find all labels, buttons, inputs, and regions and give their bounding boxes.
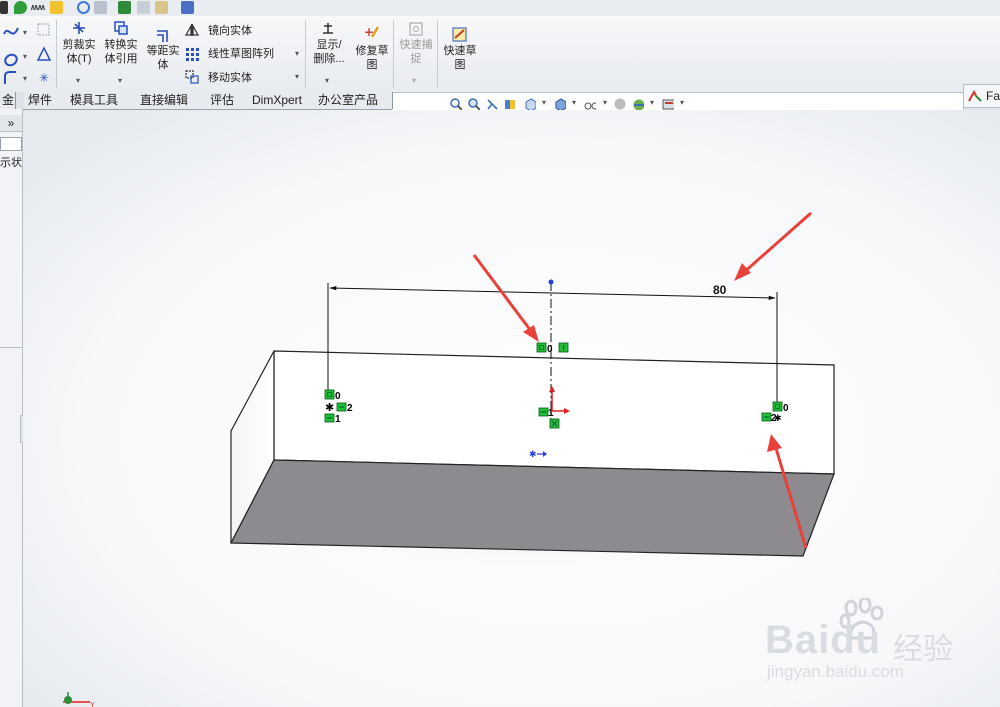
binoculars-icon[interactable] bbox=[94, 1, 107, 14]
repair-sketch-icon: + bbox=[364, 25, 380, 39]
display-delete-relations-button[interactable]: 显示/ 删除... bbox=[309, 38, 349, 66]
hide-show-items-icon[interactable] bbox=[584, 98, 596, 110]
convert-entities-button[interactable]: 转换实 体引用 bbox=[101, 38, 141, 66]
task-pane-title: Fa bbox=[986, 89, 1000, 103]
plugin-icon[interactable] bbox=[50, 1, 63, 14]
excel-icon[interactable] bbox=[118, 1, 131, 14]
svg-text:✱: ✱ bbox=[774, 414, 782, 424]
block-bottom-face[interactable] bbox=[230, 459, 835, 557]
chevron-down-icon[interactable]: ▾ bbox=[23, 74, 27, 83]
print-icon[interactable] bbox=[137, 1, 150, 14]
chevron-down-icon[interactable]: ▾ bbox=[650, 98, 654, 107]
zoom-to-area-icon[interactable] bbox=[468, 98, 480, 110]
tab-weldments[interactable]: 焊件 bbox=[24, 92, 67, 109]
tab-sheet-metal[interactable]: 金 bbox=[0, 92, 16, 109]
command-manager-tabs: 金 焊件 模具工具 直接编辑 评估 DimXpert 办公室产品 bbox=[0, 92, 393, 110]
sketch-tools-2-icon[interactable]: ✳ bbox=[35, 22, 53, 88]
apply-scene-icon[interactable] bbox=[632, 98, 644, 110]
svg-text:0: 0 bbox=[783, 403, 789, 414]
chevron-down-icon[interactable]: ▾ bbox=[295, 49, 299, 58]
display-style-icon[interactable] bbox=[554, 98, 566, 110]
solidworks-logo-icon bbox=[968, 90, 982, 102]
tab-direct-editing[interactable]: 直接编辑 bbox=[136, 92, 207, 109]
find-icon[interactable] bbox=[77, 1, 90, 14]
section-view-icon[interactable] bbox=[504, 98, 516, 110]
svg-text:✱: ✱ bbox=[529, 450, 537, 460]
location-icon[interactable] bbox=[14, 1, 27, 14]
chevron-down-icon[interactable]: ▾ bbox=[572, 98, 576, 107]
watermark-url: jingyan.baidu.com bbox=[767, 662, 905, 681]
chevron-down-icon[interactable]: ▾ bbox=[118, 76, 122, 85]
tab-dimxpert[interactable]: DimXpert bbox=[248, 92, 315, 109]
baidu-jingyan-watermark: Baidu 经验 jingyan.baidu.com bbox=[765, 598, 995, 688]
svg-text:✱: ✱ bbox=[325, 401, 334, 414]
offset-entities-button[interactable]: 等距实 体 bbox=[143, 44, 183, 72]
divider bbox=[437, 20, 438, 88]
chevron-down-icon[interactable]: ▾ bbox=[412, 76, 416, 85]
move-entities-button[interactable]: 移动实体 bbox=[208, 71, 252, 85]
feature-manager-panel: » 示状 ⋮ bbox=[0, 109, 29, 707]
svg-text:0: 0 bbox=[335, 391, 341, 402]
spring-icon[interactable]: ʍʍ bbox=[31, 1, 47, 14]
chevron-down-icon[interactable]: ▾ bbox=[603, 98, 607, 107]
tab-evaluate[interactable]: 评估 bbox=[206, 92, 249, 109]
previous-view-icon[interactable] bbox=[486, 98, 498, 110]
tab-office-products[interactable]: 办公室产品 bbox=[314, 92, 393, 109]
chevron-down-icon[interactable]: ▾ bbox=[542, 98, 546, 107]
sketch-ribbon: ▾ ▾ ▾ ✳ 剪裁实 体(T) ▾ 转换实 体引用 ▾ 等距实 体 镜向实体 … bbox=[0, 16, 1000, 93]
offset-icon bbox=[157, 30, 168, 42]
chevron-down-icon[interactable]: ▾ bbox=[23, 28, 27, 37]
divider bbox=[393, 20, 394, 88]
quick-access-toolbar: ʍʍ bbox=[0, 0, 1000, 17]
svg-text:2: 2 bbox=[347, 403, 353, 414]
quick-snaps-button[interactable]: 快速捕 捉 bbox=[396, 38, 436, 66]
dimension-value[interactable]: 80 bbox=[713, 283, 727, 297]
expand-panel-button[interactable]: » bbox=[0, 115, 22, 132]
sketch-tools-icon[interactable] bbox=[2, 22, 24, 86]
view-orientation-icon[interactable] bbox=[524, 98, 536, 110]
watermark-brand: Baidu bbox=[765, 618, 882, 662]
rapid-sketch-icon bbox=[452, 27, 467, 42]
svg-text:0: 0 bbox=[547, 344, 553, 355]
svg-text:1: 1 bbox=[548, 408, 554, 419]
rapid-sketch-button[interactable]: 快速草 图 bbox=[440, 44, 480, 72]
chevron-down-icon[interactable]: ▾ bbox=[23, 52, 27, 61]
display-state-label: 示状 bbox=[0, 157, 22, 169]
app-menu-icon[interactable] bbox=[0, 1, 8, 14]
block-front-face[interactable] bbox=[273, 350, 835, 475]
edit-appearance-icon[interactable] bbox=[614, 98, 626, 110]
move-icon bbox=[185, 70, 199, 84]
mirror-entities-button[interactable]: 镜向实体 bbox=[208, 24, 252, 38]
divider bbox=[305, 20, 306, 88]
repair-sketch-button[interactable]: 修复草 图 bbox=[352, 44, 392, 72]
filter-field[interactable] bbox=[0, 137, 22, 151]
chevron-down-icon[interactable]: ▾ bbox=[680, 98, 684, 107]
document-icon[interactable] bbox=[181, 1, 194, 14]
zoom-to-fit-icon[interactable] bbox=[450, 98, 462, 110]
quick-snap-icon bbox=[409, 22, 423, 36]
linear-pattern-icon bbox=[186, 48, 199, 61]
trim-entities-button[interactable]: 剪裁实 体(T) bbox=[58, 38, 100, 66]
display-relations-icon bbox=[323, 23, 333, 34]
view-settings-icon[interactable] bbox=[662, 98, 674, 110]
divider bbox=[56, 20, 57, 88]
trim-icon bbox=[73, 22, 85, 34]
linear-sketch-pattern-button[interactable]: 线性草图阵列 bbox=[208, 47, 274, 61]
chevron-down-icon[interactable]: ▾ bbox=[295, 72, 299, 81]
centerline-endpoint[interactable] bbox=[548, 279, 554, 285]
mirror-icon bbox=[185, 23, 199, 36]
image-icon[interactable] bbox=[155, 1, 168, 14]
tab-mold-tools[interactable]: 模具工具 bbox=[66, 92, 137, 109]
divider bbox=[0, 347, 22, 348]
chevron-down-icon[interactable]: ▾ bbox=[76, 76, 80, 85]
svg-text:Y: Y bbox=[90, 702, 95, 707]
convert-icon bbox=[114, 21, 128, 35]
chevron-down-icon[interactable]: ▾ bbox=[325, 76, 329, 85]
svg-text:✳: ✳ bbox=[39, 71, 49, 85]
svg-text:1: 1 bbox=[335, 414, 341, 425]
